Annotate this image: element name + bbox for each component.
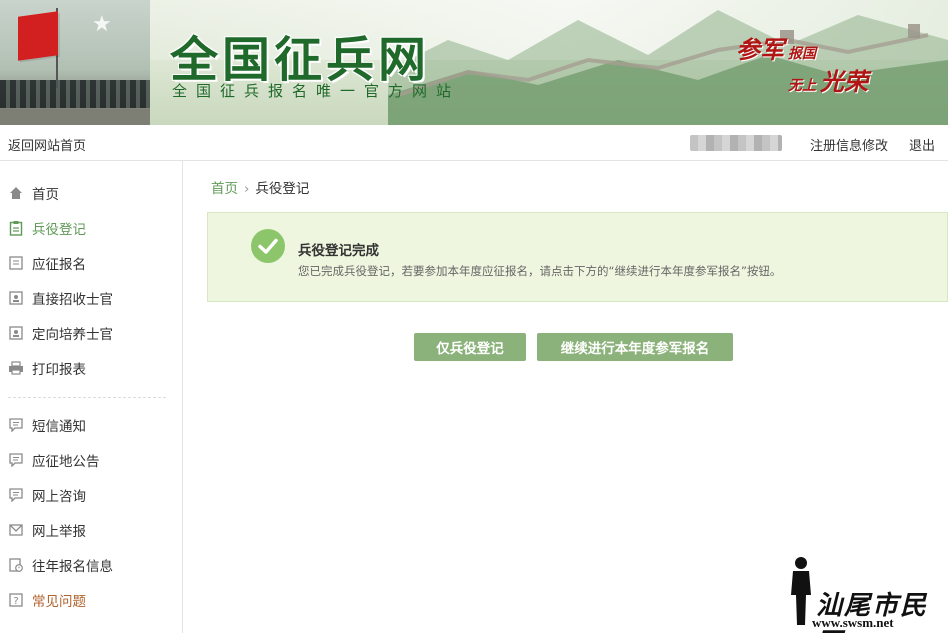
question-icon: ? xyxy=(8,592,24,608)
register-only-button[interactable]: 仅兵役登记 xyxy=(414,333,526,361)
sidebar-item-online-report[interactable]: 网上举报 xyxy=(8,518,86,542)
back-to-home-link[interactable]: 返回网站首页 xyxy=(8,135,86,154)
sidebar-item-label: 直接招收士官 xyxy=(32,292,113,308)
sidebar: 首页 兵役登记 应征报名 直接招收士官 定向培养士官 打印报表 短信通知 应征地… xyxy=(0,161,183,633)
username-redacted xyxy=(690,135,782,151)
banner-ground xyxy=(0,109,150,125)
sidebar-item-label: 网上举报 xyxy=(32,524,86,540)
slogan-line-1-small: 报国 xyxy=(788,47,816,62)
document-icon xyxy=(8,255,24,271)
banner-troops-image: ★ xyxy=(0,0,150,125)
sidebar-item-label: 常见问题 xyxy=(32,594,86,610)
chevron-right-icon: › xyxy=(244,181,250,197)
flag-image xyxy=(18,11,58,61)
sidebar-divider xyxy=(8,397,166,398)
sidebar-item-faq[interactable]: ? 常见问题 xyxy=(8,588,86,612)
sidebar-item-label: 定向培养士官 xyxy=(32,327,113,343)
top-bar: 返回网站首页 注册信息修改 退出 xyxy=(0,125,948,161)
breadcrumb: 首页 › 兵役登记 xyxy=(211,177,309,197)
header-banner: ★ 全国征兵网 全国征兵报名唯一官方网站 参军 报国 无上 光荣 xyxy=(0,0,948,125)
mail-icon xyxy=(8,522,24,538)
history-icon xyxy=(8,557,24,573)
slogan-line-2-big: 光荣 xyxy=(820,70,868,96)
message-icon xyxy=(8,452,24,468)
notice-title: 兵役登记完成 xyxy=(298,243,379,259)
sidebar-item-label: 往年报名信息 xyxy=(32,559,113,575)
sidebar-item-label: 应征地公告 xyxy=(32,454,100,470)
breadcrumb-home-link[interactable]: 首页 xyxy=(211,181,238,197)
sidebar-item-label: 兵役登记 xyxy=(32,222,86,238)
sidebar-item-home[interactable]: 首页 xyxy=(8,181,59,205)
watermark-logo: 汕尾市民网 www.swsm.net xyxy=(780,555,948,633)
sidebar-item-enlistment-application[interactable]: 应征报名 xyxy=(8,251,86,275)
sidebar-item-sms-notice[interactable]: 短信通知 xyxy=(8,413,86,437)
breadcrumb-current: 兵役登记 xyxy=(255,181,310,197)
check-circle-icon xyxy=(251,229,285,263)
sidebar-item-label: 首页 xyxy=(32,187,59,203)
sidebar-item-label: 短信通知 xyxy=(32,419,86,435)
home-icon xyxy=(8,185,24,201)
sidebar-item-past-registrations[interactable]: 往年报名信息 xyxy=(8,553,113,577)
slogan-line-1: 参军 报国 xyxy=(736,30,816,65)
printer-icon xyxy=(8,360,24,376)
sidebar-item-local-announcement[interactable]: 应征地公告 xyxy=(8,448,100,472)
slogan-line-2: 无上 光荣 xyxy=(788,62,868,97)
sidebar-item-military-registration[interactable]: 兵役登记 xyxy=(8,216,86,240)
sidebar-item-label: 网上咨询 xyxy=(32,489,86,505)
sidebar-item-direct-nco-recruit[interactable]: 直接招收士官 xyxy=(8,286,113,310)
continue-enlist-button[interactable]: 继续进行本年度参军报名 xyxy=(537,333,733,361)
sidebar-item-label: 应征报名 xyxy=(32,257,86,273)
message-icon xyxy=(8,487,24,503)
sidebar-item-print-forms[interactable]: 打印报表 xyxy=(8,356,86,380)
clipboard-icon xyxy=(8,220,24,236)
slogan-line-1-big: 参军 xyxy=(736,38,784,64)
message-icon xyxy=(8,417,24,433)
logout-link[interactable]: 退出 xyxy=(909,135,935,154)
watermark-url: www.swsm.net xyxy=(812,615,894,630)
site-subtitle: 全国征兵报名唯一官方网站 xyxy=(172,82,461,100)
success-notice: 兵役登记完成 您已完成兵役登记，若要参加本年度应征报名，请点击下方的“继续进行本… xyxy=(207,212,948,302)
sidebar-item-online-consult[interactable]: 网上咨询 xyxy=(8,483,86,507)
edit-registration-link[interactable]: 注册信息修改 xyxy=(810,135,888,154)
notice-text: 您已完成兵役登记，若要参加本年度应征报名，请点击下方的“继续进行本年度参军报名”… xyxy=(298,264,782,278)
sidebar-item-directed-nco-training[interactable]: 定向培养士官 xyxy=(8,321,113,345)
soldier-row-image xyxy=(0,80,150,108)
id-card-icon xyxy=(8,290,24,306)
star-icon: ★ xyxy=(92,12,112,37)
slogan-line-2-small: 无上 xyxy=(788,79,816,94)
svg-text:?: ? xyxy=(13,596,18,607)
id-card-icon xyxy=(8,325,24,341)
sidebar-item-label: 打印报表 xyxy=(32,362,86,378)
